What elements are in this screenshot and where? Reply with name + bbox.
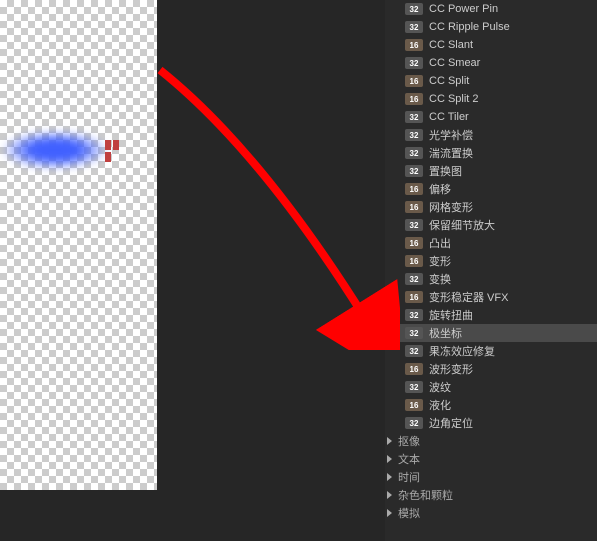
category-label: 抠像 xyxy=(398,433,420,449)
effect-item[interactable]: 32 CC Tiler xyxy=(385,108,597,126)
bit-depth-badge: 32 xyxy=(405,3,423,15)
viewer-footer xyxy=(0,490,157,541)
effect-label: 凸出 xyxy=(429,235,451,251)
bit-depth-badge: 32 xyxy=(405,345,423,357)
effect-category[interactable]: 文本 xyxy=(385,450,597,468)
effect-category[interactable]: 抠像 xyxy=(385,432,597,450)
bit-depth-badge: 16 xyxy=(405,255,423,267)
effect-item[interactable]: 16 偏移 xyxy=(385,180,597,198)
effect-label: 网格变形 xyxy=(429,199,473,215)
effect-item[interactable]: 16 液化 xyxy=(385,396,597,414)
bit-depth-badge: 16 xyxy=(405,363,423,375)
effect-item[interactable]: 32 光学补偿 xyxy=(385,126,597,144)
effect-label: 光学补偿 xyxy=(429,127,473,143)
bit-depth-badge: 32 xyxy=(405,129,423,141)
effect-item[interactable]: 16 凸出 xyxy=(385,234,597,252)
expand-triangle-icon xyxy=(387,509,392,517)
bit-depth-badge: 32 xyxy=(405,57,423,69)
effect-item[interactable]: 16 变形 xyxy=(385,252,597,270)
effect-label: CC Power Pin xyxy=(429,3,498,15)
category-label: 文本 xyxy=(398,451,420,467)
effect-label: 变形稳定器 VFX xyxy=(429,289,508,305)
bit-depth-badge: 16 xyxy=(405,399,423,411)
effect-item[interactable]: 16 波形变形 xyxy=(385,360,597,378)
bit-depth-badge: 32 xyxy=(405,381,423,393)
effect-label: 偏移 xyxy=(429,181,451,197)
effect-category[interactable]: 模拟 xyxy=(385,504,597,522)
bit-depth-badge: 32 xyxy=(405,273,423,285)
effect-label: 波纹 xyxy=(429,379,451,395)
effect-label: 果冻效应修复 xyxy=(429,343,495,359)
effect-label: CC Slant xyxy=(429,39,473,51)
composition-viewer[interactable] xyxy=(0,0,157,490)
effect-label: CC Smear xyxy=(429,57,480,69)
effect-item[interactable]: 32 保留细节放大 xyxy=(385,216,597,234)
bit-depth-badge: 32 xyxy=(405,147,423,159)
effect-item[interactable]: 32 CC Smear xyxy=(385,54,597,72)
panel-gap xyxy=(157,0,385,541)
effect-label: 极坐标 xyxy=(429,325,462,341)
bit-depth-badge: 32 xyxy=(405,219,423,231)
effect-item[interactable]: 16 CC Split 2 xyxy=(385,90,597,108)
effect-category[interactable]: 杂色和颗粒 xyxy=(385,486,597,504)
effect-label: CC Tiler xyxy=(429,111,469,123)
category-label: 时间 xyxy=(398,469,420,485)
bit-depth-badge: 32 xyxy=(405,111,423,123)
effect-item[interactable]: 32 旋转扭曲 xyxy=(385,306,597,324)
effect-item[interactable]: 32 置换图 xyxy=(385,162,597,180)
effect-item[interactable]: 16 CC Split xyxy=(385,72,597,90)
effect-item[interactable]: 16 变形稳定器 VFX xyxy=(385,288,597,306)
effect-label: 波形变形 xyxy=(429,361,473,377)
effect-label: 置换图 xyxy=(429,163,462,179)
layer-markers xyxy=(105,140,130,165)
expand-triangle-icon xyxy=(387,473,392,481)
blue-glow-layer xyxy=(0,130,110,170)
effect-label: 液化 xyxy=(429,397,451,413)
effect-label: 边角定位 xyxy=(429,415,473,431)
effect-item[interactable]: 32 CC Power Pin xyxy=(385,0,597,18)
effect-label: CC Split 2 xyxy=(429,93,479,105)
bit-depth-badge: 16 xyxy=(405,183,423,195)
bit-depth-badge: 16 xyxy=(405,201,423,213)
expand-triangle-icon xyxy=(387,455,392,463)
effect-category[interactable]: 时间 xyxy=(385,468,597,486)
effect-item[interactable]: 32 波纹 xyxy=(385,378,597,396)
bit-depth-badge: 32 xyxy=(405,21,423,33)
effect-item[interactable]: 32 边角定位 xyxy=(385,414,597,432)
bit-depth-badge: 32 xyxy=(405,417,423,429)
effect-label: 变形 xyxy=(429,253,451,269)
effect-label: 保留细节放大 xyxy=(429,217,495,233)
bit-depth-badge: 16 xyxy=(405,75,423,87)
category-label: 模拟 xyxy=(398,505,420,521)
effect-item[interactable]: 32 极坐标 xyxy=(385,324,597,342)
effects-presets-panel[interactable]: 32 CC Power Pin 32 CC Ripple Pulse 16 CC Slan… xyxy=(385,0,597,541)
effect-label: CC Split xyxy=(429,75,469,87)
effect-label: CC Ripple Pulse xyxy=(429,21,510,33)
effect-item[interactable]: 16 CC Slant xyxy=(385,36,597,54)
effect-label: 旋转扭曲 xyxy=(429,307,473,323)
effect-label: 变换 xyxy=(429,271,451,287)
effect-item[interactable]: 32 果冻效应修复 xyxy=(385,342,597,360)
bit-depth-badge: 16 xyxy=(405,93,423,105)
bit-depth-badge: 16 xyxy=(405,291,423,303)
bit-depth-badge: 32 xyxy=(405,327,423,339)
effect-label: 湍流置换 xyxy=(429,145,473,161)
bit-depth-badge: 32 xyxy=(405,309,423,321)
expand-triangle-icon xyxy=(387,491,392,499)
effect-item[interactable]: 16 网格变形 xyxy=(385,198,597,216)
effect-item[interactable]: 32 湍流置换 xyxy=(385,144,597,162)
bit-depth-badge: 32 xyxy=(405,165,423,177)
bit-depth-badge: 16 xyxy=(405,39,423,51)
expand-triangle-icon xyxy=(387,437,392,445)
bit-depth-badge: 16 xyxy=(405,237,423,249)
effect-item[interactable]: 32 变换 xyxy=(385,270,597,288)
category-label: 杂色和颗粒 xyxy=(398,487,453,503)
effect-item[interactable]: 32 CC Ripple Pulse xyxy=(385,18,597,36)
